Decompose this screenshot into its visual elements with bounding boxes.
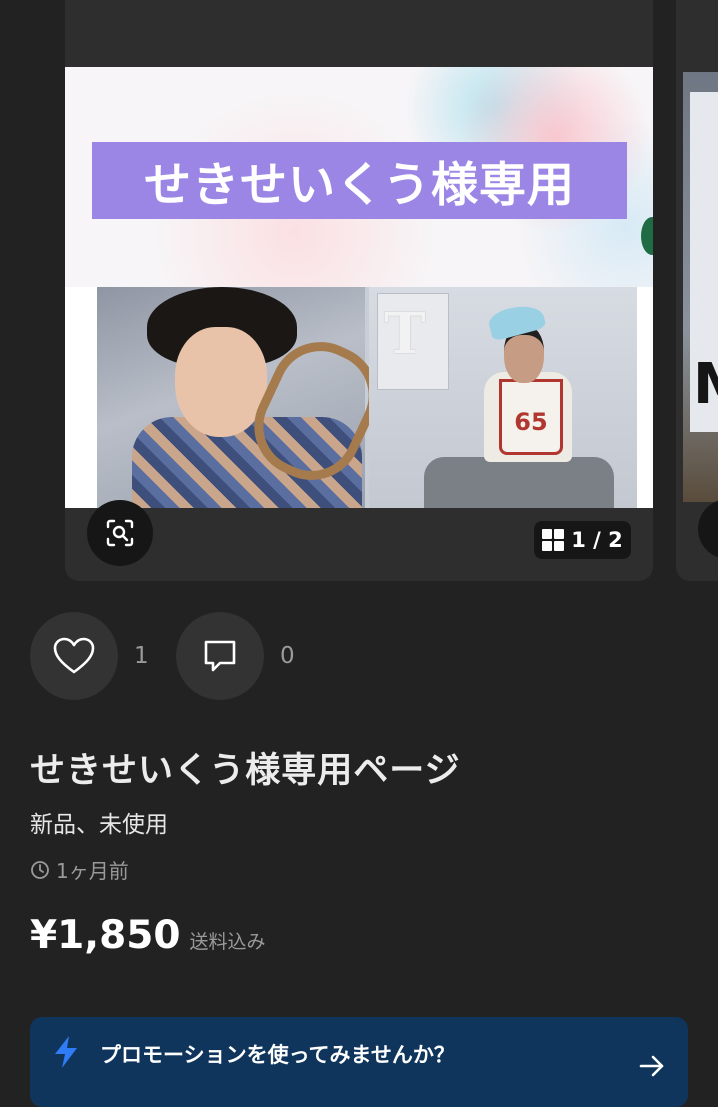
comment-icon bbox=[204, 640, 236, 672]
zoom-scan-icon bbox=[106, 519, 134, 547]
jersey-number: 65 bbox=[499, 379, 563, 455]
action-bar: 1 0 bbox=[30, 612, 322, 700]
arrow-right-icon bbox=[639, 1055, 664, 1077]
image-counter[interactable]: 1 / 2 bbox=[534, 521, 631, 559]
banner-background: せきせいくう様専用 bbox=[65, 67, 653, 287]
zoom-button[interactable] bbox=[87, 500, 153, 566]
like-count: 1 bbox=[134, 643, 149, 669]
promotion-banner[interactable]: プロモーションを使ってみませんか？ bbox=[30, 1017, 688, 1107]
next-image: M bbox=[683, 72, 718, 502]
image-card[interactable]: せきせいくう様専用 T 65 bbox=[65, 0, 653, 581]
item-title: せきせいくう様専用ページ bbox=[30, 751, 461, 791]
heart-icon bbox=[53, 637, 95, 674]
comment-count: 0 bbox=[280, 643, 295, 669]
magazine-letter: T bbox=[384, 301, 426, 367]
price-row: ¥1,850 送料込み bbox=[30, 913, 266, 958]
photo-left bbox=[97, 287, 395, 508]
magazine-cover: T bbox=[377, 293, 449, 390]
banner-label: せきせいくう様専用 bbox=[92, 142, 627, 219]
clock-icon bbox=[31, 860, 49, 879]
item-condition: 新品、未使用 bbox=[30, 812, 168, 838]
next-image-letter: M bbox=[693, 352, 718, 417]
image-counter-text: 1 / 2 bbox=[571, 528, 623, 552]
next-card-zoom-button[interactable] bbox=[698, 499, 718, 559]
image-carousel[interactable]: せきせいくう様専用 T 65 1 / 2 bbox=[0, 0, 718, 600]
photo-right: T 65 bbox=[369, 287, 637, 508]
lightning-icon bbox=[55, 1036, 77, 1068]
like-button[interactable] bbox=[30, 612, 118, 700]
posted-time-text: 1ヶ月前 bbox=[56, 859, 129, 883]
shipping-label: 送料込み bbox=[189, 931, 266, 953]
item-price: ¥1,850 bbox=[30, 913, 181, 958]
photo-collage: T 65 bbox=[97, 287, 637, 508]
grid-icon bbox=[542, 529, 565, 551]
next-image-card[interactable]: M bbox=[676, 0, 718, 581]
promotion-text: プロモーションを使ってみませんか？ bbox=[100, 1043, 455, 1067]
logo-badge bbox=[641, 217, 653, 255]
face-shape bbox=[175, 327, 267, 437]
comment-button[interactable] bbox=[176, 612, 264, 700]
product-image[interactable]: せきせいくう様専用 T 65 bbox=[65, 67, 653, 508]
posted-time: 1ヶ月前 bbox=[30, 855, 129, 884]
legs-shape bbox=[424, 457, 614, 508]
